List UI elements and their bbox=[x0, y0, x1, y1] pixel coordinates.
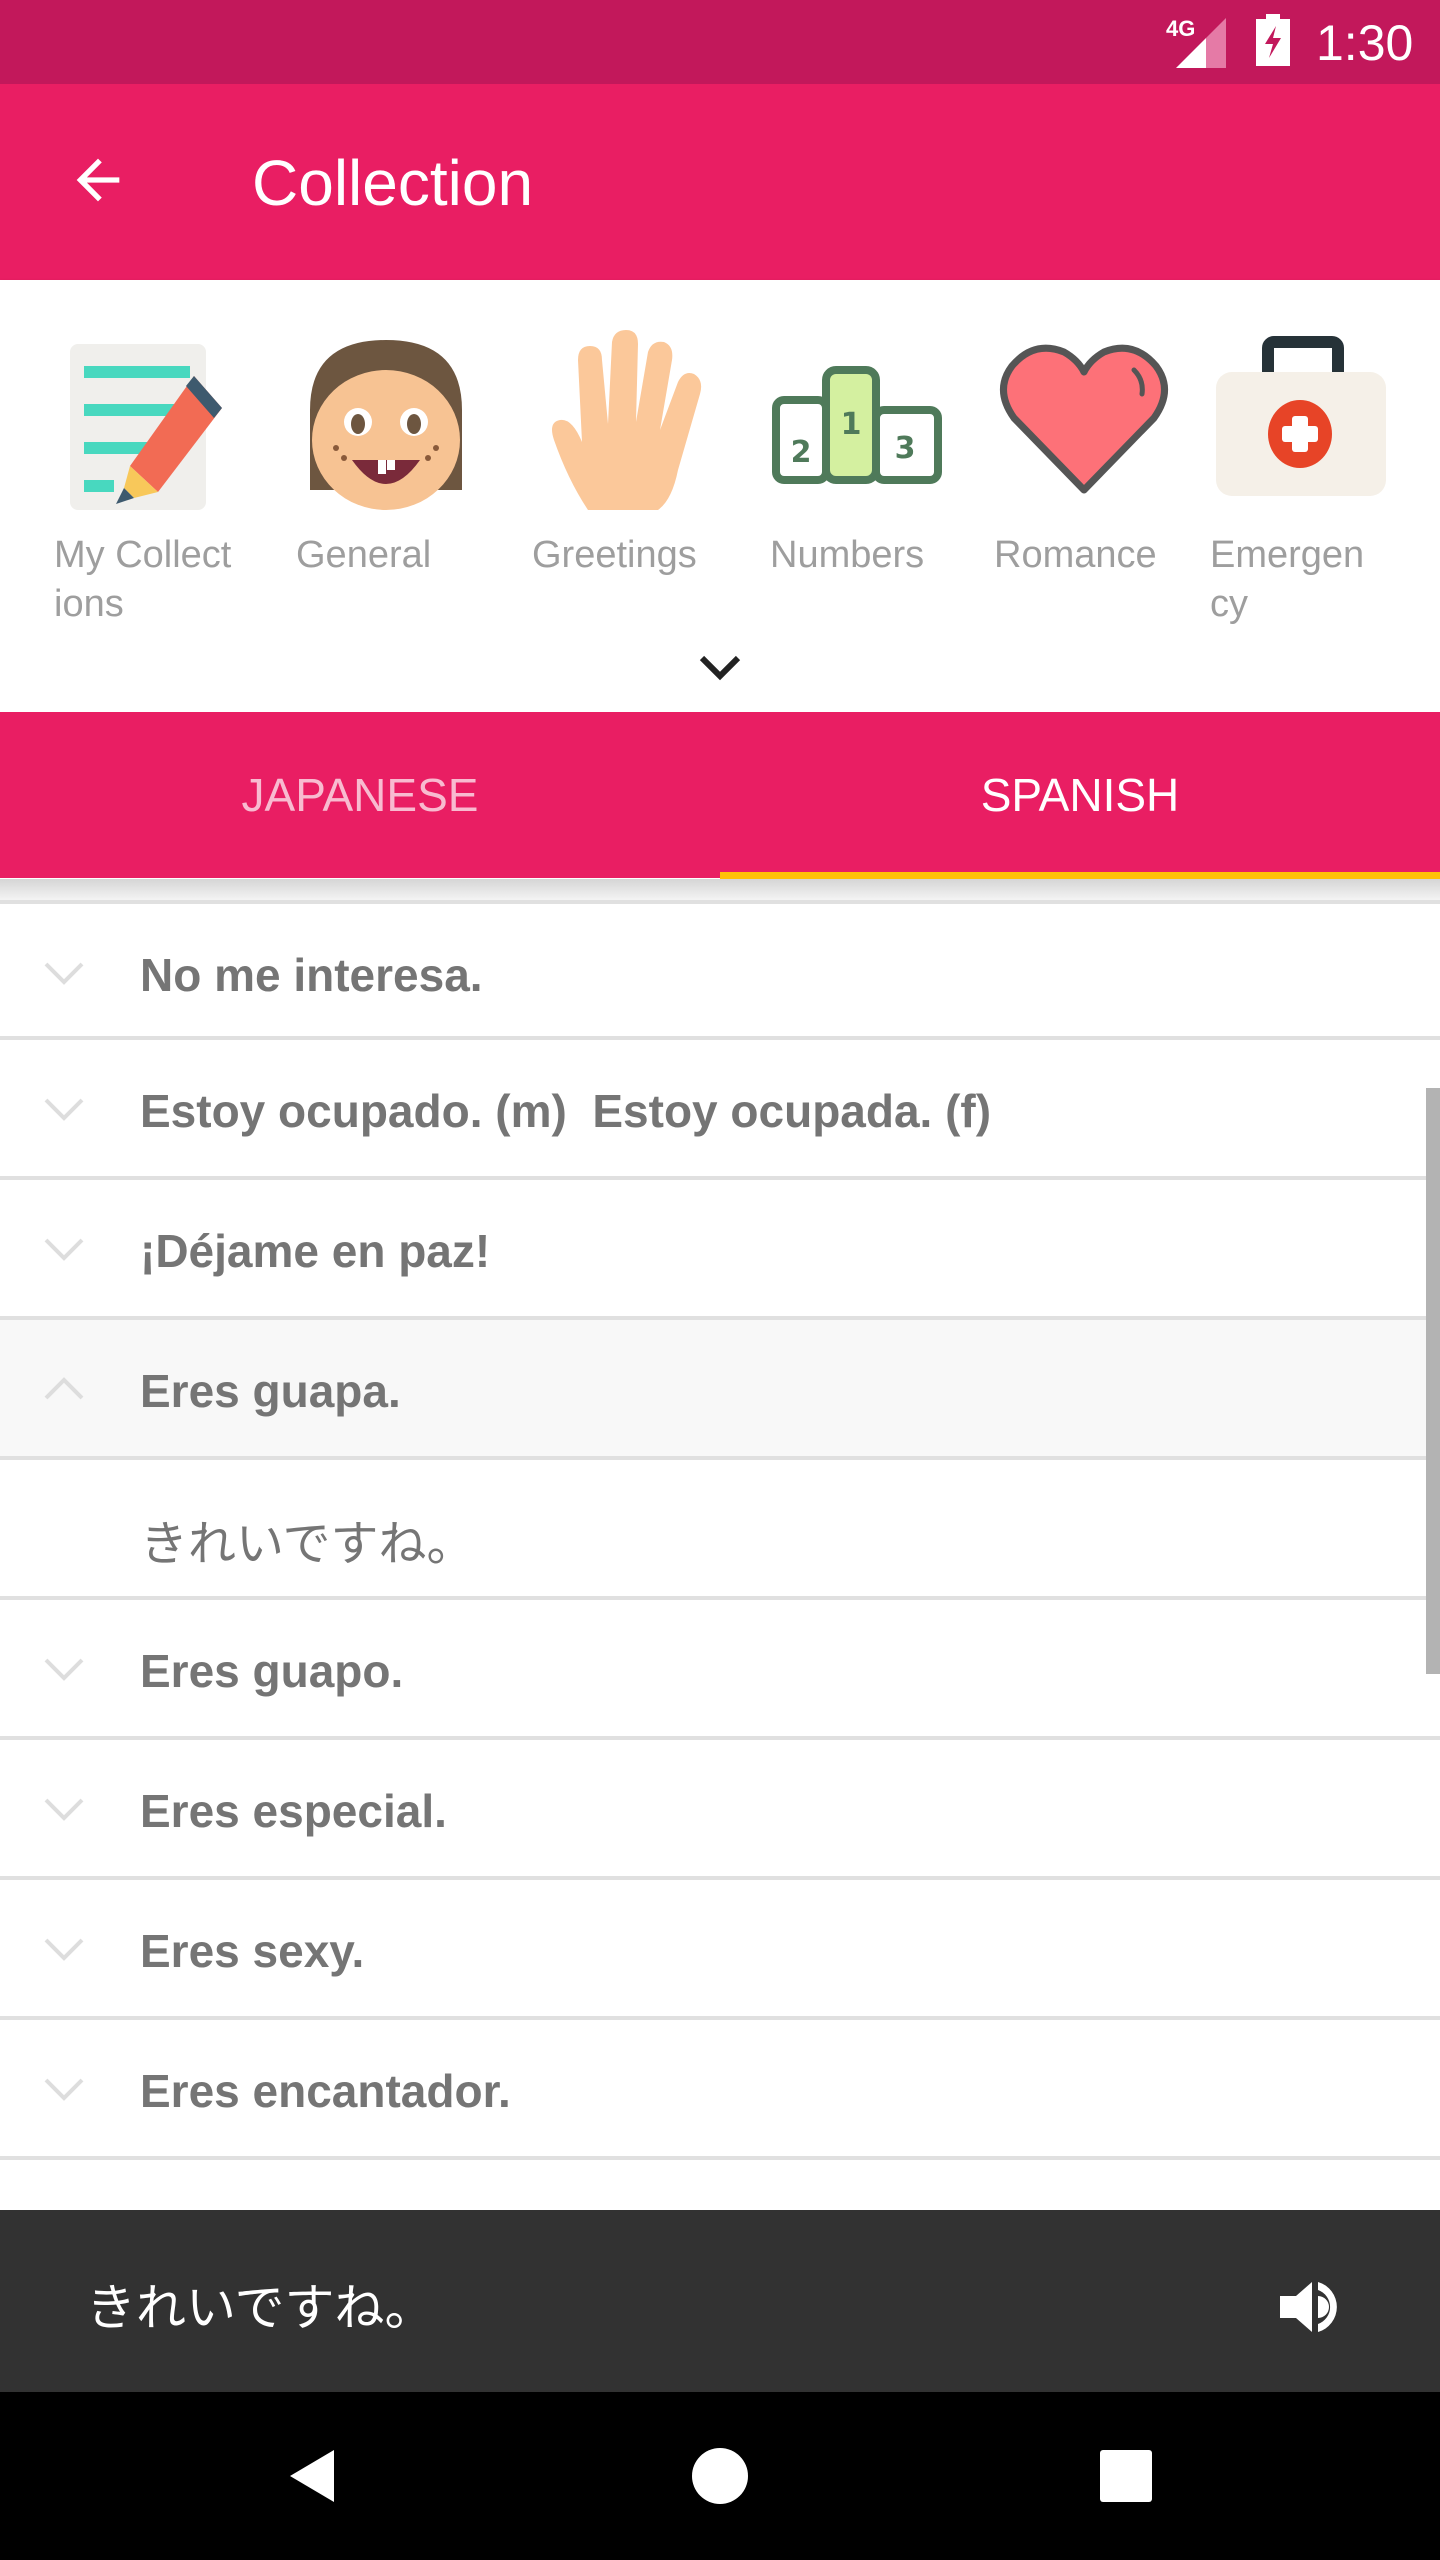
tab-japanese[interactable]: JAPANESE bbox=[0, 712, 720, 878]
phrase-text: Eres guapo. bbox=[140, 1645, 404, 1697]
podium-icon: 2 1 3 bbox=[772, 366, 942, 484]
chevron-up-icon bbox=[44, 1377, 84, 1400]
first-aid-kit-icon bbox=[1216, 336, 1386, 496]
category-strip: My Collect ions General Greetings 2 1 3 … bbox=[0, 280, 1440, 712]
category-numbers[interactable]: 2 1 3 Numbers bbox=[770, 330, 990, 580]
battery-charging-icon bbox=[1256, 14, 1290, 66]
phrase-text: ¡Déjame en paz! bbox=[140, 1225, 491, 1277]
clock: 1:30 bbox=[1316, 15, 1414, 71]
face-icon bbox=[310, 340, 462, 510]
chevron-down-icon bbox=[44, 1938, 84, 1961]
category-label: General bbox=[296, 534, 432, 576]
category-label: Romance bbox=[994, 534, 1157, 576]
phrase-text: Eres especial. bbox=[140, 1785, 447, 1837]
chevron-down-icon bbox=[44, 1658, 84, 1681]
page-title: Collection bbox=[252, 147, 534, 219]
chevron-down-icon[interactable] bbox=[696, 650, 744, 686]
chevron-down-icon bbox=[44, 962, 84, 985]
svg-text:3: 3 bbox=[895, 431, 916, 466]
category-label: Numbers bbox=[770, 534, 925, 576]
notepad-pencil-icon bbox=[70, 344, 222, 510]
category-general[interactable]: General bbox=[296, 330, 516, 580]
phrase-text: No me interesa. bbox=[140, 949, 483, 1001]
phrase-row[interactable]: Eres guapo. bbox=[0, 1600, 1440, 1740]
player-text: きれいですね。 bbox=[86, 2280, 435, 2336]
system-nav-bar bbox=[0, 2392, 1440, 2560]
category-emergency[interactable]: Emergen cy bbox=[1210, 330, 1430, 629]
nav-recents-icon[interactable] bbox=[1094, 2444, 1158, 2508]
volume-up-icon[interactable] bbox=[1276, 2270, 1348, 2342]
list-scrollbar[interactable] bbox=[1426, 1088, 1440, 1674]
nav-home-icon[interactable] bbox=[688, 2444, 752, 2508]
category-romance[interactable]: Romance bbox=[994, 330, 1214, 580]
phrase-row[interactable]: Eres especial. bbox=[0, 1740, 1440, 1880]
phrase-text: Eres sexy. bbox=[140, 1925, 365, 1977]
chevron-down-icon bbox=[44, 1798, 84, 1821]
signal-icon bbox=[1176, 18, 1226, 68]
svg-text:2: 2 bbox=[791, 435, 812, 470]
phrase-row[interactable]: Estoy ocupado. (m) Estoy ocupada. (f) bbox=[0, 1040, 1440, 1180]
category-greetings[interactable]: Greetings bbox=[532, 330, 752, 580]
category-label: Greetings bbox=[532, 534, 697, 576]
phrase-row[interactable]: Eres sexy. bbox=[0, 1880, 1440, 2020]
phrase-row[interactable]: Eres encantador. bbox=[0, 2020, 1440, 2160]
phrase-text: Eres guapa. bbox=[140, 1365, 401, 1417]
phrase-row[interactable]: ¡Déjame en paz! bbox=[0, 1180, 1440, 1320]
category-my-collections[interactable]: My Collect ions bbox=[54, 330, 274, 629]
audio-player-bar: きれいですね。 bbox=[0, 2210, 1440, 2392]
nav-back-icon[interactable] bbox=[282, 2444, 346, 2508]
chevron-down-icon bbox=[44, 1238, 84, 1261]
phrase-translation[interactable]: きれいですね。 bbox=[0, 1460, 1440, 1600]
tab-indicator bbox=[720, 872, 1440, 879]
tab-spanish[interactable]: SPANISH bbox=[720, 712, 1440, 878]
heart-icon bbox=[1000, 344, 1168, 494]
svg-text:1: 1 bbox=[841, 407, 862, 442]
tab-shadow bbox=[0, 879, 1440, 901]
category-label: Emergen cy bbox=[1210, 534, 1365, 625]
chevron-down-icon bbox=[44, 2078, 84, 2101]
phrase-row-expanded[interactable]: Eres guapa. bbox=[0, 1320, 1440, 1460]
phrase-text: Eres encantador. bbox=[140, 2065, 511, 2117]
app-bar: Collection bbox=[0, 84, 1440, 280]
phrase-text: Estoy ocupado. (m) Estoy ocupada. (f) bbox=[140, 1085, 992, 1137]
language-tabs: JAPANESE SPANISH bbox=[0, 712, 1440, 878]
arrow-back-icon[interactable] bbox=[66, 148, 130, 212]
phrase-list: No me interesa. Estoy ocupado. (m) Estoy… bbox=[0, 900, 1440, 2160]
phrase-row[interactable]: No me interesa. bbox=[0, 900, 1440, 1040]
chevron-down-icon bbox=[44, 1098, 84, 1121]
status-bar: 4G 1:30 bbox=[0, 0, 1440, 84]
translation-text: きれいですね。 bbox=[140, 1518, 475, 1571]
category-label: My Collect ions bbox=[54, 534, 232, 625]
hand-wave-icon bbox=[552, 330, 702, 510]
